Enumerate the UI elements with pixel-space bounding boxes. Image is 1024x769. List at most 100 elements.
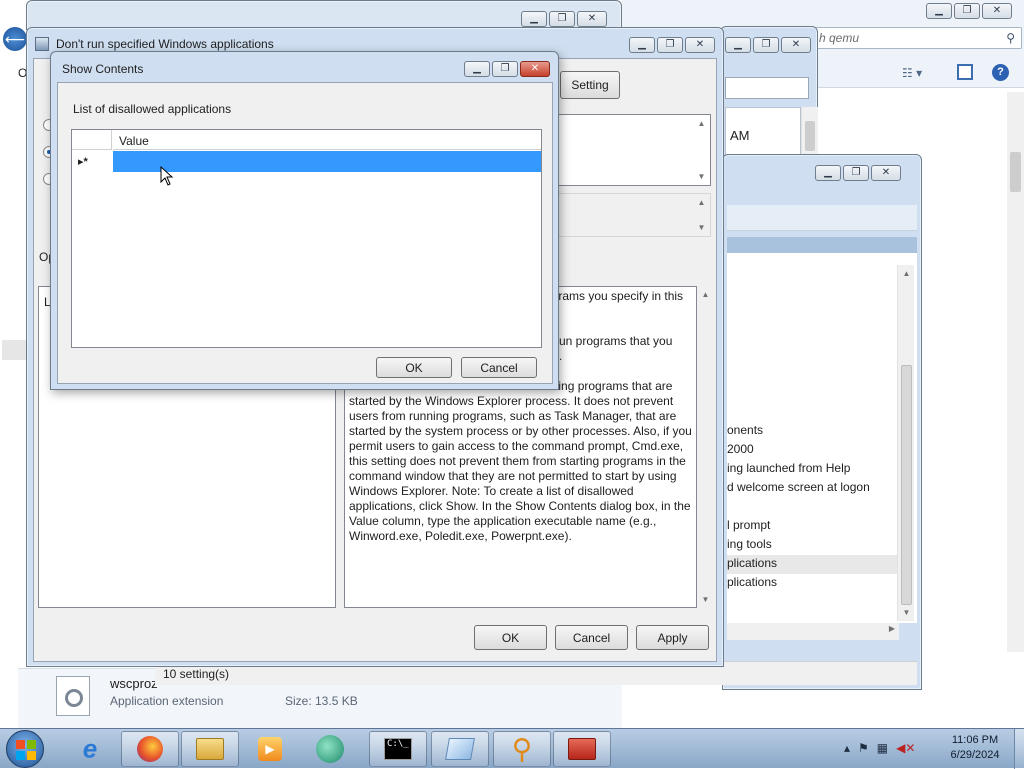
- list-label: List of disallowed applications: [73, 102, 232, 116]
- restore-button[interactable]: ❐: [843, 165, 869, 181]
- close-button[interactable]: ✕: [982, 3, 1012, 19]
- restore-button[interactable]: ❐: [657, 37, 683, 53]
- supported-scrollbar[interactable]: ▲ ▼: [693, 194, 710, 236]
- policy-dialog-title: Don't run specified Windows applications: [56, 37, 274, 51]
- gpedit-main-window: ▁ ❐ ✕ onents 2000 ing launched from Help…: [155, 154, 922, 690]
- close-button[interactable]: ✕: [685, 37, 715, 53]
- help-line: started by the system process or by othe…: [349, 424, 692, 438]
- row-header[interactable]: ▸*: [72, 151, 112, 172]
- show-contents-title: Show Contents: [62, 62, 144, 76]
- help-scrollbar[interactable]: ▲ ▼: [697, 286, 714, 608]
- show-desktop-button[interactable]: [1014, 729, 1024, 769]
- restore-button[interactable]: ❐: [954, 3, 980, 19]
- search-input[interactable]: h qemu ⚲: [812, 27, 1022, 49]
- help-line: Value column, type the application execu…: [349, 514, 657, 528]
- supported-on-box: ▲ ▼: [535, 193, 711, 237]
- taskbar-ie[interactable]: e: [61, 731, 119, 767]
- volume-muted-icon[interactable]: ◀✕: [896, 741, 915, 755]
- view-options-icon[interactable]: ☷ ▾: [902, 66, 936, 80]
- file-icon: [56, 676, 90, 716]
- file-name: wscproz: [110, 676, 158, 691]
- explorer-scrollbar[interactable]: [1007, 92, 1024, 652]
- comment-box[interactable]: ▲ ▼: [535, 114, 711, 186]
- clock-time: 11:06 PM: [951, 734, 999, 746]
- grid-corner: [72, 130, 112, 150]
- list-item[interactable]: ing tools: [727, 537, 772, 551]
- close-button[interactable]: ✕: [781, 37, 811, 53]
- list-item[interactable]: 2000: [727, 442, 754, 456]
- cancel-button[interactable]: Cancel: [461, 357, 537, 378]
- globe-icon: [316, 735, 344, 763]
- restore-button[interactable]: ❐: [753, 37, 779, 53]
- status-text: 10 setting(s): [163, 667, 230, 681]
- ok-button[interactable]: OK: [376, 357, 452, 378]
- ok-button[interactable]: OK: [474, 625, 547, 650]
- help-line: command window that they are not permitt…: [349, 469, 677, 483]
- gpedit-scrollbar[interactable]: [801, 107, 818, 155]
- value-cell-selected[interactable]: [113, 151, 541, 172]
- taskbar-toolbox[interactable]: [553, 731, 611, 767]
- magnifier-icon: ⚲: [511, 733, 533, 765]
- back-button[interactable]: ⟵: [3, 27, 27, 51]
- help-line: started by the Windows Explorer process.…: [349, 394, 674, 408]
- show-hidden-icons-icon[interactable]: ▴: [844, 741, 850, 755]
- value-column-header[interactable]: Value: [113, 130, 541, 150]
- help-line: applications, click Show. In the Show Co…: [349, 499, 691, 513]
- list-item[interactable]: d welcome screen at logon: [727, 480, 870, 494]
- show-contents-dialog: Show Contents ▁ ❐ ✕ List of disallowed a…: [50, 51, 559, 390]
- gpedit-window: ▁ ❐ ✕ AM: [720, 26, 818, 158]
- taskbar-search-app[interactable]: ⚲: [493, 731, 551, 767]
- minimize-button[interactable]: ▁: [464, 61, 490, 77]
- folder-icon: [196, 738, 224, 760]
- restore-button[interactable]: ❐: [549, 11, 575, 27]
- windows-logo-icon: [16, 740, 36, 760]
- list-item[interactable]: ing launched from Help: [727, 461, 850, 475]
- minimize-button[interactable]: ▁: [815, 165, 841, 181]
- start-button[interactable]: [6, 730, 44, 768]
- cancel-button[interactable]: Cancel: [555, 625, 628, 650]
- taskbar-cmd[interactable]: C:\_: [369, 731, 427, 767]
- minimize-button[interactable]: ▁: [629, 37, 655, 53]
- values-grid[interactable]: Value ▸*: [71, 129, 542, 348]
- minimize-button[interactable]: ▁: [926, 3, 952, 19]
- media-player-icon: ▶: [258, 737, 282, 761]
- taskbar-explorer[interactable]: [181, 731, 239, 767]
- action-center-flag-icon[interactable]: ⚑: [858, 741, 869, 755]
- taskbar-notes[interactable]: [431, 731, 489, 767]
- list-item[interactable]: plications: [727, 575, 777, 589]
- comment-scrollbar[interactable]: ▲ ▼: [693, 115, 710, 185]
- apply-button[interactable]: Apply: [636, 625, 709, 650]
- minimize-button[interactable]: ▁: [521, 11, 547, 27]
- mouse-cursor-icon: [160, 166, 174, 186]
- help-line: users from running programs, such as Tas…: [349, 409, 677, 423]
- taskbar-firefox[interactable]: [121, 731, 179, 767]
- clock-date: 6/29/2024: [950, 749, 1000, 761]
- help-icon[interactable]: ?: [992, 64, 1009, 81]
- taskbar: e ▶ C:\_ ⚲ ▴ ⚑ ▦ ◀✕ 11:06 PM 6/29/2024: [0, 728, 1024, 769]
- tray-icons: ▴ ⚑ ▦ ◀✕: [844, 741, 915, 755]
- network-icon[interactable]: ▦: [877, 741, 888, 755]
- list-item[interactable]: l prompt: [727, 518, 770, 532]
- file-size: Size: 13.5 KB: [285, 694, 358, 708]
- gpedit-hscroll[interactable]: ▶: [727, 623, 899, 640]
- notes-icon: [445, 738, 475, 760]
- taskbar-app-globe[interactable]: [301, 731, 359, 767]
- close-button[interactable]: ✕: [871, 165, 901, 181]
- close-button[interactable]: ✕: [577, 11, 607, 27]
- list-item-selected[interactable]: plications: [727, 555, 899, 574]
- help-line: permit users to gain access to the comma…: [349, 439, 684, 453]
- setting-button[interactable]: Setting: [560, 71, 620, 99]
- policy-icon: [35, 37, 49, 51]
- explorer-title-buttons: ▁ ❐ ✕: [926, 3, 1012, 19]
- search-icon[interactable]: ⚲: [1006, 31, 1015, 45]
- gpedit-list-scrollbar[interactable]: ▲ ▼: [897, 265, 914, 621]
- gpedit-band: [727, 205, 917, 231]
- clock[interactable]: 11:06 PM 6/29/2024: [940, 733, 1010, 763]
- close-button[interactable]: ✕: [520, 61, 550, 77]
- search-placeholder: h qemu: [819, 31, 860, 45]
- restore-button[interactable]: ❐: [492, 61, 518, 77]
- list-item[interactable]: onents: [727, 423, 763, 437]
- preview-pane-icon[interactable]: [957, 64, 973, 80]
- taskbar-media-player[interactable]: ▶: [241, 731, 299, 767]
- minimize-button[interactable]: ▁: [725, 37, 751, 53]
